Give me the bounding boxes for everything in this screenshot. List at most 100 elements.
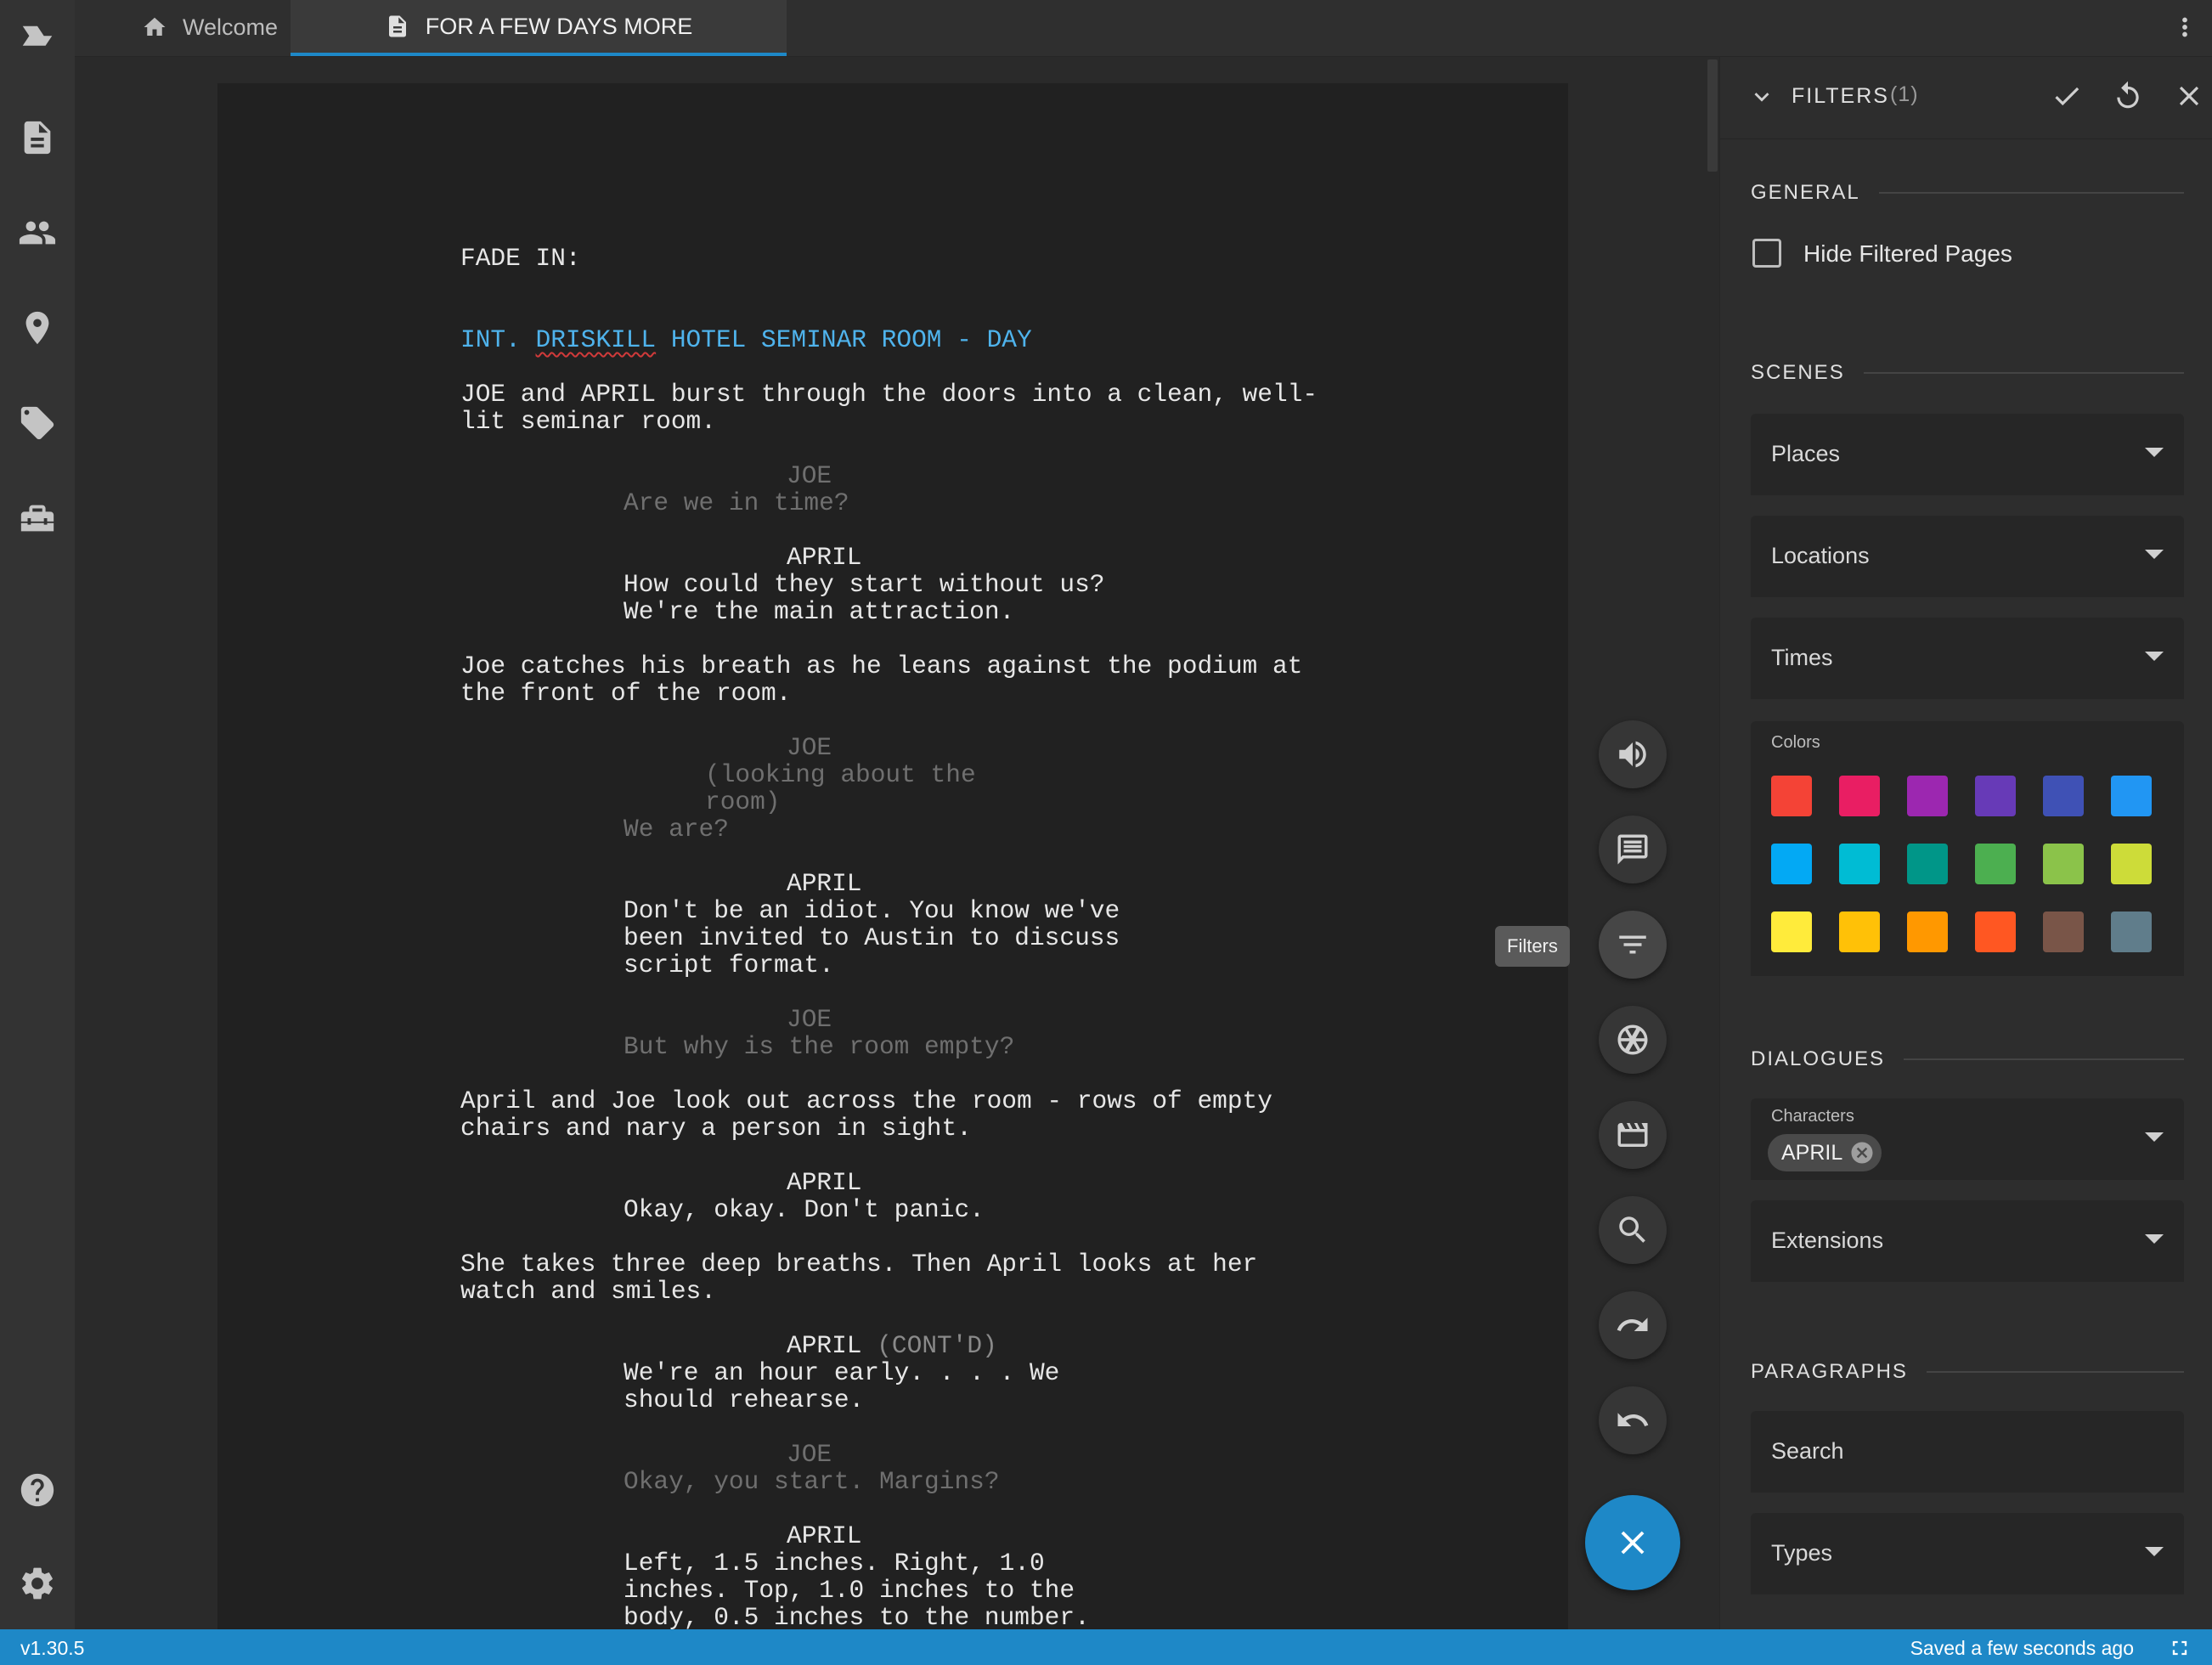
color-swatch[interactable] (2111, 776, 2152, 816)
help-icon[interactable] (15, 1468, 59, 1512)
tab-script[interactable]: FOR A FEW DAYS MORE (291, 0, 787, 56)
extensions-select[interactable]: Extensions (1751, 1200, 2184, 1282)
aperture-icon (1617, 1024, 1648, 1055)
divider (1878, 192, 2184, 194)
section-heading: GENERAL (1751, 181, 1860, 204)
types-select[interactable]: Types (1751, 1513, 2184, 1594)
hide-filtered-pages-checkbox[interactable] (1752, 239, 1781, 268)
color-swatch[interactable] (2043, 844, 2084, 884)
characters-label: Characters (1771, 1107, 1854, 1126)
color-swatch[interactable] (1975, 912, 2016, 952)
dialogue-line: But why is the room empty? (624, 1032, 1015, 1061)
filters-count: (1) (1890, 82, 1919, 106)
filters-title: FILTERS (1792, 84, 1889, 108)
color-swatch[interactable] (1771, 844, 1812, 884)
dialogue-line: Don't be an idiot. You know we've (624, 896, 1120, 925)
location-pin-icon[interactable] (15, 306, 59, 350)
action-line: chairs and nary a person in sight. (460, 1114, 972, 1143)
clapperboard-icon (1617, 1123, 1648, 1147)
dropdown-arrow-icon (2145, 1547, 2164, 1556)
character-name: JOE (787, 733, 832, 762)
dropdown-arrow-icon (2145, 652, 2164, 661)
close-icon (1621, 1531, 1645, 1555)
comments-button[interactable] (1599, 816, 1667, 883)
redo-button[interactable] (1599, 1291, 1667, 1359)
action-line: watch and smiles. (460, 1277, 716, 1306)
color-swatch[interactable] (2043, 912, 2084, 952)
speaker-icon (1619, 741, 1646, 768)
scrollbar-thumb[interactable] (1707, 59, 1718, 172)
color-swatch[interactable] (2043, 776, 2084, 816)
reset-filters-button[interactable] (2109, 77, 2147, 115)
dialogue-line: How could they start without us? (624, 570, 1105, 599)
close-filters-button[interactable] (2170, 77, 2208, 115)
close-toolbar-button[interactable] (1585, 1495, 1680, 1590)
color-swatch[interactable] (1771, 776, 1812, 816)
locations-select[interactable]: Locations (1751, 516, 2184, 597)
color-swatch[interactable] (1975, 776, 2016, 816)
app-version: v1.30.5 (20, 1637, 85, 1659)
settings-gear-icon[interactable] (15, 1561, 59, 1606)
tag-icon[interactable] (15, 401, 59, 445)
divider (1863, 372, 2184, 374)
color-swatch[interactable] (2111, 844, 2152, 884)
color-swatch[interactable] (1975, 844, 2016, 884)
character-chip[interactable]: APRIL (1768, 1134, 1882, 1171)
parenthetical: room) (705, 787, 781, 816)
misspelled-word[interactable]: DRISKILL (536, 325, 657, 354)
hide-filtered-pages-label[interactable]: Hide Filtered Pages (1803, 240, 2012, 268)
places-label: Places (1771, 441, 1841, 466)
remove-chip-icon[interactable] (1849, 1140, 1875, 1166)
editor-scrollbar[interactable] (1706, 57, 1719, 1629)
character-name-text: APRIL (787, 1331, 862, 1360)
places-select[interactable]: Places (1751, 414, 2184, 495)
times-select[interactable]: Times (1751, 618, 2184, 699)
color-swatch[interactable] (1907, 844, 1948, 884)
filters-button[interactable] (1599, 911, 1667, 979)
color-swatch[interactable] (1771, 912, 1812, 952)
color-swatch[interactable] (1839, 912, 1880, 952)
filters-panel: FILTERS (1) GENERAL Hide Filtered Pages … (1719, 57, 2212, 1629)
divider (1904, 1058, 2184, 1060)
script-page[interactable]: FADE IN: INT. DRISKILL HOTEL SEMINAR ROO… (217, 83, 1568, 1632)
fullscreen-icon[interactable] (2168, 1636, 2192, 1660)
script-text[interactable]: FADE IN: INT. DRISKILL HOTEL SEMINAR ROO… (217, 83, 1568, 1632)
dialogue-line: Okay, you start. Margins? (624, 1467, 1000, 1496)
filter-icon (1619, 935, 1646, 954)
document-icon (388, 15, 406, 37)
color-swatch[interactable] (1907, 776, 1948, 816)
dialogue-line: body, 0.5 inches to the number. (624, 1603, 1090, 1632)
color-swatch[interactable] (1839, 776, 1880, 816)
speaker-button[interactable] (1599, 720, 1667, 788)
character-name: APRIL (787, 869, 862, 898)
extensions-label: Extensions (1771, 1228, 1884, 1253)
apply-filters-button[interactable] (2048, 77, 2085, 115)
undo-button[interactable] (1599, 1386, 1667, 1454)
filters-tooltip: Filters (1495, 926, 1570, 967)
dropdown-arrow-icon (2145, 1234, 2164, 1244)
color-swatch[interactable] (1907, 912, 1948, 952)
chevron-down-icon[interactable] (1747, 82, 1776, 111)
color-swatch[interactable] (1839, 844, 1880, 884)
document-icon[interactable] (15, 116, 59, 160)
color-swatch[interactable] (2111, 912, 2152, 952)
reset-icon (2117, 81, 2139, 109)
times-label: Times (1771, 645, 1833, 670)
people-icon[interactable] (15, 211, 59, 255)
action-line: April and Joe look out across the room -… (460, 1086, 1272, 1115)
dropdown-arrow-icon (2145, 550, 2164, 559)
home-icon (144, 17, 166, 36)
toolbox-icon[interactable] (15, 496, 59, 540)
tab-label: FOR A FEW DAYS MORE (425, 13, 693, 39)
scene-heading[interactable]: INT. DRISKILL HOTEL SEMINAR ROOM - DAY (460, 326, 1032, 353)
snapshot-button[interactable] (1599, 1006, 1667, 1074)
search-button[interactable] (1599, 1196, 1667, 1264)
dropdown-arrow-icon (2145, 1132, 2164, 1142)
undo-icon (1617, 1413, 1649, 1426)
characters-select[interactable]: Characters APRIL (1751, 1098, 2184, 1180)
paragraph-search-input[interactable]: Search (1751, 1411, 2184, 1493)
transition: FADE IN: (460, 244, 581, 273)
scenes-button[interactable] (1599, 1101, 1667, 1169)
more-vert-icon[interactable] (2170, 12, 2200, 42)
logo-icon[interactable] (15, 19, 59, 63)
